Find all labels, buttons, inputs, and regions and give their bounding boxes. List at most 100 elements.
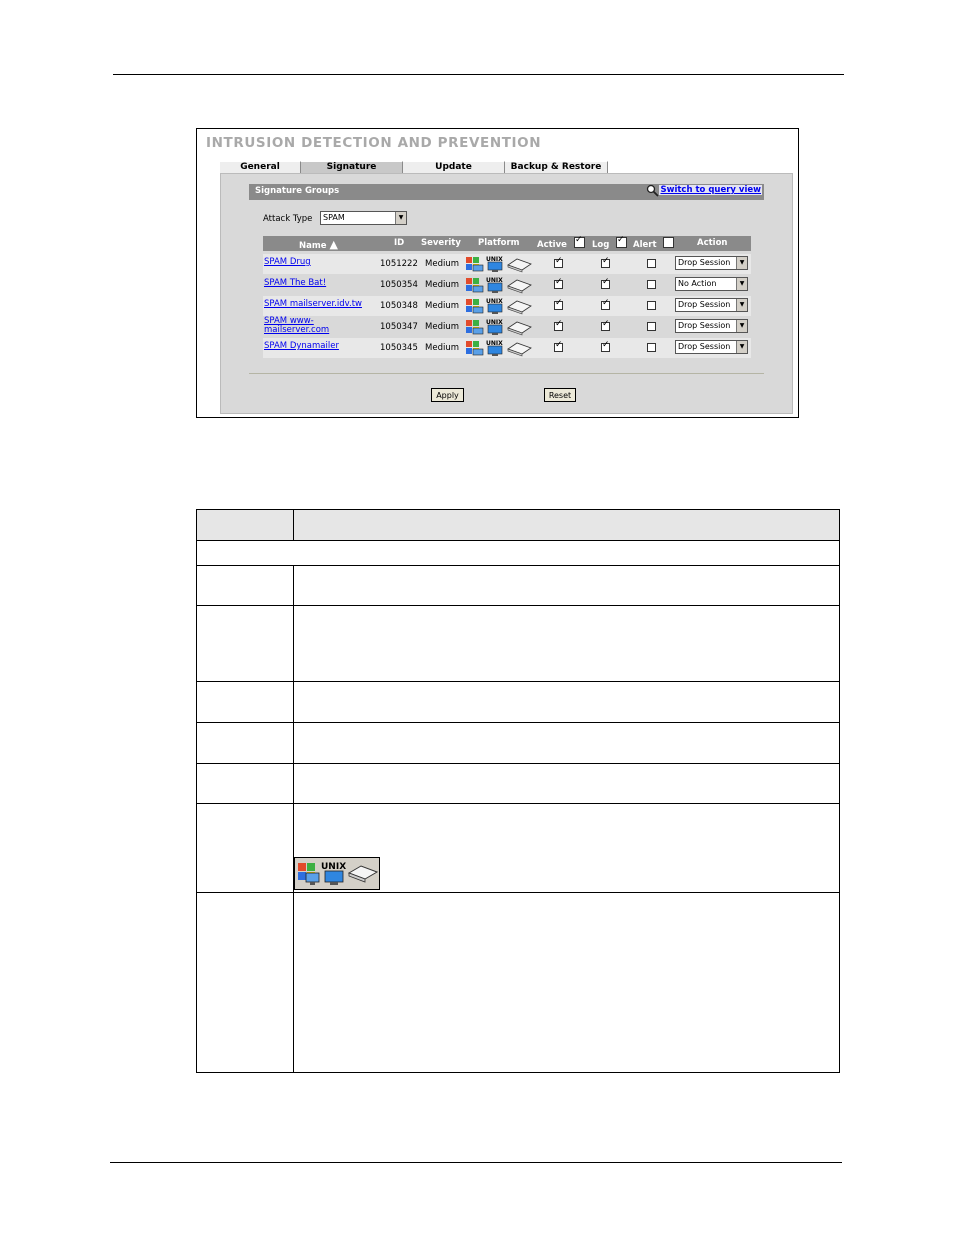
row-divider bbox=[197, 763, 839, 764]
column-divider bbox=[293, 510, 294, 540]
row-divider bbox=[197, 722, 839, 723]
tab-backup-restore[interactable]: Backup & Restore bbox=[505, 161, 608, 173]
action-select[interactable]: No Action ▼ bbox=[675, 277, 748, 291]
windows-icon bbox=[466, 278, 484, 293]
col-alert: Alert bbox=[633, 240, 657, 250]
active-checkbox[interactable] bbox=[554, 340, 563, 352]
unix-icon: UNIX bbox=[321, 862, 346, 885]
platform-icons: UNIX bbox=[466, 319, 532, 336]
alert-checkbox[interactable] bbox=[647, 280, 656, 289]
col-action: Action bbox=[697, 238, 728, 248]
alert-checkbox[interactable] bbox=[647, 343, 656, 352]
table-header: Name ▲ ID Severity Platform Active Log A… bbox=[263, 235, 751, 251]
platform-icons-thumbnail: UNIX bbox=[294, 857, 380, 890]
chevron-down-icon: ▼ bbox=[736, 278, 747, 290]
col-id: ID bbox=[394, 238, 405, 248]
severity: Medium bbox=[425, 301, 459, 311]
alert-checkbox[interactable] bbox=[647, 259, 656, 268]
magnifier-icon[interactable] bbox=[646, 184, 660, 198]
unix-icon: UNIX bbox=[486, 256, 503, 272]
signature-panel: Signature Groups Switch to query view At… bbox=[220, 173, 793, 414]
windows-icon bbox=[298, 863, 320, 885]
chevron-down-icon: ▼ bbox=[395, 212, 406, 224]
log-checkbox[interactable] bbox=[601, 340, 610, 352]
signature-name-link[interactable]: SPAM www-mailserver.com bbox=[264, 317, 374, 335]
alert-checkbox[interactable] bbox=[647, 301, 656, 310]
other-os-icon bbox=[507, 342, 532, 357]
log-checkbox[interactable] bbox=[601, 319, 610, 331]
table-row: SPAM The Bat! 1050354 Medium UNIX No Act… bbox=[263, 275, 751, 295]
action-select[interactable]: Drop Session ▼ bbox=[675, 319, 748, 333]
windows-icon bbox=[466, 257, 484, 272]
unix-icon: UNIX bbox=[486, 319, 503, 335]
windows-icon bbox=[466, 299, 484, 314]
switch-to-query-view-link[interactable]: Switch to query view bbox=[659, 185, 762, 195]
windows-icon bbox=[466, 341, 484, 356]
signature-name-link[interactable]: SPAM The Bat! bbox=[264, 279, 374, 288]
platform-icons: UNIX bbox=[466, 277, 532, 294]
row-divider bbox=[197, 892, 839, 893]
other-os-icon bbox=[347, 865, 379, 883]
tab-signature[interactable]: Signature bbox=[301, 161, 403, 173]
tab-general[interactable]: General bbox=[220, 161, 301, 173]
signature-name-link[interactable]: SPAM Dynamailer bbox=[264, 342, 374, 351]
platform-icons: UNIX bbox=[466, 256, 532, 273]
log-checkbox[interactable] bbox=[601, 277, 610, 289]
attack-type-value: SPAM bbox=[323, 213, 345, 222]
table-row: SPAM www-mailserver.com 1050347 Medium U… bbox=[263, 317, 751, 337]
action-select[interactable]: Drop Session ▼ bbox=[675, 256, 748, 270]
col-platform: Platform bbox=[478, 238, 520, 248]
log-all-checkbox[interactable] bbox=[616, 235, 627, 248]
signature-id: 1050345 bbox=[380, 343, 418, 353]
severity: Medium bbox=[425, 343, 459, 353]
page-title: INTRUSION DETECTION AND PREVENTION bbox=[206, 135, 542, 151]
svg-text:UNIX: UNIX bbox=[321, 862, 346, 872]
signature-id: 1051222 bbox=[380, 259, 418, 269]
col-severity: Severity bbox=[421, 238, 461, 248]
unix-icon: UNIX bbox=[486, 340, 503, 356]
action-select[interactable]: Drop Session ▼ bbox=[675, 340, 748, 354]
alert-checkbox[interactable] bbox=[647, 322, 656, 331]
col-active: Active bbox=[537, 240, 567, 250]
other-os-icon bbox=[507, 279, 532, 294]
chevron-down-icon: ▼ bbox=[736, 299, 747, 311]
log-checkbox[interactable] bbox=[601, 256, 610, 268]
attack-type-label: Attack Type bbox=[263, 214, 313, 224]
apply-button[interactable]: Apply bbox=[431, 388, 464, 402]
active-all-checkbox[interactable] bbox=[574, 235, 585, 248]
severity: Medium bbox=[425, 322, 459, 332]
col-name[interactable]: Name ▲ bbox=[299, 238, 338, 251]
attack-type-select[interactable]: SPAM ▼ bbox=[320, 211, 407, 225]
chevron-down-icon: ▼ bbox=[736, 320, 747, 332]
active-checkbox[interactable] bbox=[554, 298, 563, 310]
row-divider bbox=[197, 681, 839, 682]
severity: Medium bbox=[425, 259, 459, 269]
row-divider bbox=[197, 803, 839, 804]
signature-name-link[interactable]: SPAM Drug bbox=[264, 258, 374, 267]
section-header: Signature Groups Switch to query view bbox=[249, 184, 764, 200]
chevron-down-icon: ▼ bbox=[736, 341, 747, 353]
severity: Medium bbox=[425, 280, 459, 290]
signature-name-link[interactable]: SPAM mailserver.idv.tw bbox=[264, 300, 374, 309]
platform-icons: UNIX bbox=[466, 340, 532, 357]
table-row: SPAM Drug 1051222 Medium UNIX Drop Sessi… bbox=[263, 254, 751, 274]
alert-all-checkbox[interactable] bbox=[663, 237, 674, 248]
active-checkbox[interactable] bbox=[554, 319, 563, 331]
ui-screenshot: INTRUSION DETECTION AND PREVENTION Gener… bbox=[196, 128, 799, 418]
signature-id: 1050347 bbox=[380, 322, 418, 332]
col-log: Log bbox=[592, 240, 610, 250]
windows-icon bbox=[466, 320, 484, 335]
active-checkbox[interactable] bbox=[554, 277, 563, 289]
other-os-icon bbox=[507, 300, 532, 315]
reset-button[interactable]: Reset bbox=[544, 388, 576, 402]
log-checkbox[interactable] bbox=[601, 298, 610, 310]
active-checkbox[interactable] bbox=[554, 256, 563, 268]
other-os-icon bbox=[507, 321, 532, 336]
column-divider bbox=[293, 566, 294, 1073]
divider bbox=[249, 373, 764, 374]
signature-id: 1050348 bbox=[380, 301, 418, 311]
action-select[interactable]: Drop Session ▼ bbox=[675, 298, 748, 312]
tab-update[interactable]: Update bbox=[403, 161, 505, 173]
table-row: SPAM Dynamailer 1050345 Medium UNIX Drop… bbox=[263, 338, 751, 358]
platform-icons: UNIX bbox=[298, 862, 379, 885]
